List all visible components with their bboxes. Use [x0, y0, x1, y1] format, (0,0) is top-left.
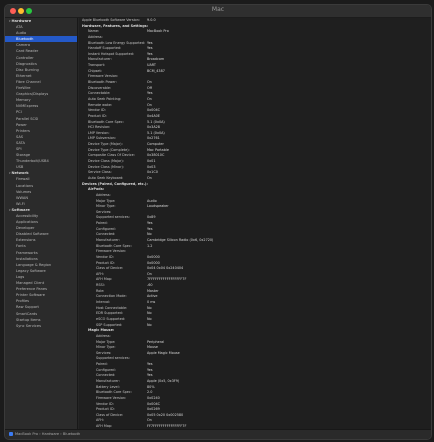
sidebar-label: Network [11, 171, 29, 176]
sidebar-label: Audio [16, 31, 27, 36]
sidebar-label: SATA [16, 140, 25, 145]
sidebar-label: Power [16, 122, 27, 127]
sidebar-label: Volumes [16, 189, 32, 194]
sidebar-label: USB [16, 165, 24, 170]
status-bar: MacBook Pro › Hardware › Bluetooth [5, 429, 431, 439]
sidebar-label: NVMExpress [16, 104, 39, 109]
path-breadcrumb: MacBook Pro › Hardware › Bluetooth [15, 432, 81, 436]
sidebar-label: Diagnostics [16, 61, 37, 66]
sidebar-label: Preference Panes [16, 287, 47, 292]
sidebar-label: Sync Services [16, 323, 41, 328]
sidebar-label: Ethernet [16, 73, 32, 78]
disclosure-triangle-icon[interactable]: ▾ [9, 171, 11, 175]
sidebar-label: Applications [16, 220, 38, 225]
sidebar-label: Storage [16, 153, 31, 158]
sidebar-label: Fibre Channel [16, 79, 41, 84]
sidebar-label: Disc Burning [16, 67, 39, 72]
disclosure-triangle-icon[interactable]: ▾ [9, 19, 11, 23]
title-bar: Mac [5, 5, 431, 18]
sidebar-label: Disabled Software [16, 232, 49, 237]
sidebar-label: Raw Support [16, 305, 39, 310]
sidebar-label: Managed Client [16, 281, 45, 286]
sidebar-label: Firewall [16, 177, 30, 182]
sidebar-label: Startup Items [16, 317, 41, 322]
sidebar-label: Logs [16, 274, 25, 279]
system-information-window: Mac ▾Hardware ATA Audio Bluetooth Camera Card… [4, 4, 432, 440]
computer-icon [9, 432, 13, 436]
sidebar-label: Controller [16, 55, 34, 60]
sidebar-label: WWAN [16, 195, 29, 200]
sidebar-label: Printer Software [16, 293, 45, 298]
sidebar-label: Legacy Software [16, 268, 46, 273]
sidebar-label: Accessibility [16, 214, 39, 218]
sidebar-label: Memory [16, 98, 31, 103]
sidebar-label: ATA [16, 25, 23, 30]
sidebar-label: Parallel SCSI [16, 116, 39, 121]
sidebar-label: Locations [16, 183, 34, 188]
sidebar-label: PCI [16, 110, 22, 115]
sidebar-item-sync-services[interactable]: Sync Services [5, 323, 77, 329]
sidebar-label: Card Reader [16, 49, 39, 54]
sidebar-label: Fonts [16, 244, 26, 249]
sidebar-label: Printers [16, 128, 30, 133]
sidebar-label: FireWire [16, 86, 31, 91]
sidebar-label: Language & Region [16, 262, 52, 267]
sidebar-label: Camera [16, 43, 31, 48]
sidebar-label: Bluetooth [16, 37, 34, 42]
sidebar-label: SmartCards [16, 311, 38, 316]
sidebar-label: Wi-Fi [16, 201, 25, 206]
detail-pane: Apple Bluetooth Software Version: 9.0.0 Ha… [79, 18, 431, 429]
sidebar-label: Hardware [11, 19, 32, 23]
disclosure-triangle-icon[interactable]: ▾ [9, 208, 11, 212]
sidebar-label: Developer [16, 226, 35, 231]
sidebar-label: Installations [16, 256, 38, 261]
sidebar-label: SAS [16, 134, 24, 139]
category-sidebar: ▾Hardware ATA Audio Bluetooth Camera Card Rea… [5, 18, 78, 429]
sidebar-label: SPI [16, 146, 22, 151]
sidebar-label: Graphics/Displays [16, 92, 49, 97]
sidebar-label: Profiles [16, 299, 30, 304]
sidebar-label: Software [11, 207, 30, 212]
sidebar-label: Frameworks [16, 250, 38, 255]
window-title: Mac [211, 6, 225, 13]
sidebar-label: Extensions [16, 238, 36, 243]
sidebar-label: Thunderbolt/USB4 [16, 159, 49, 164]
